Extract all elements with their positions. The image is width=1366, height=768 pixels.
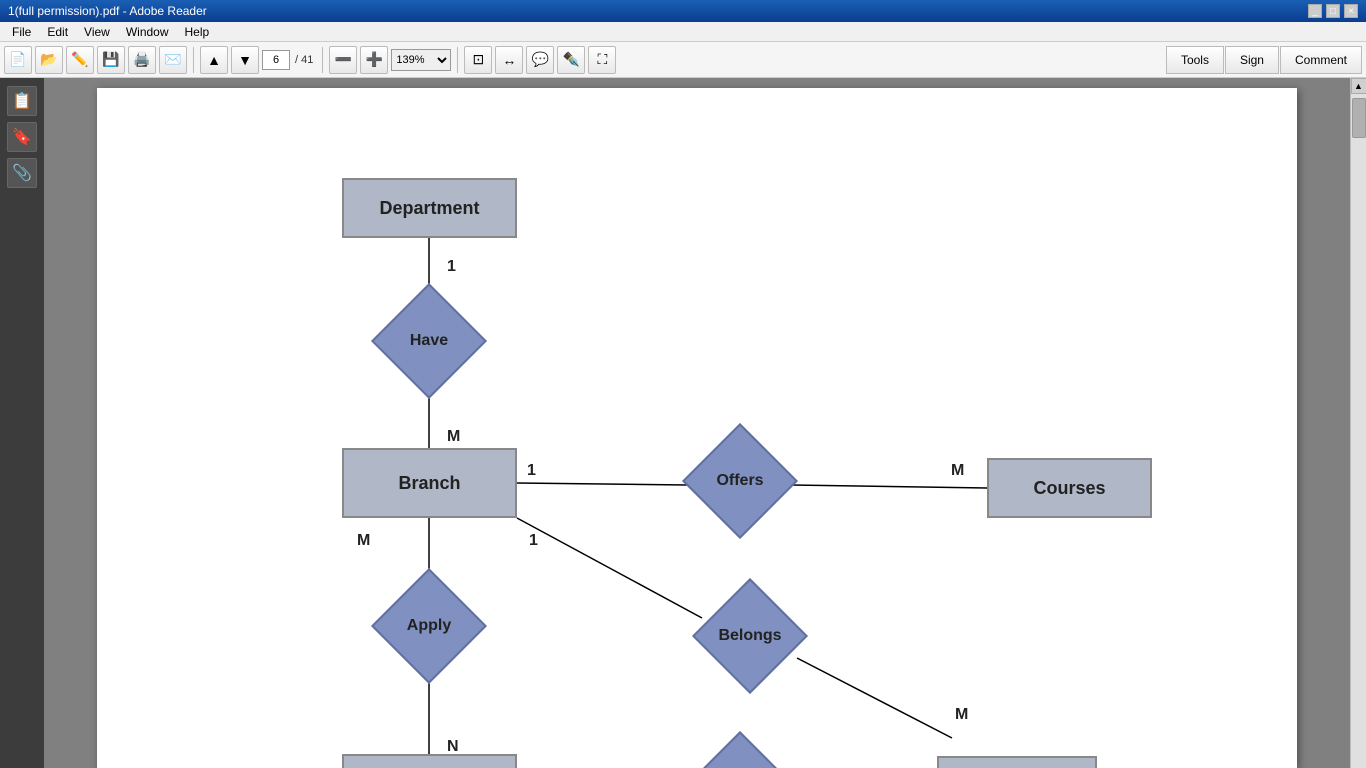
relationship-belongs: Belongs bbox=[695, 603, 805, 668]
entity-courses: Courses bbox=[987, 458, 1152, 518]
prev-page-button[interactable]: ▲ bbox=[200, 46, 228, 74]
close-button[interactable]: × bbox=[1344, 4, 1358, 18]
relationship-offers: Offers bbox=[685, 448, 795, 513]
sidebar-attach-button[interactable]: 📎 bbox=[7, 158, 37, 188]
page-input[interactable] bbox=[262, 50, 290, 70]
separator-1 bbox=[193, 47, 194, 73]
zoom-out-button[interactable]: ➖ bbox=[329, 46, 357, 74]
relationship-have-label: Have bbox=[410, 332, 448, 350]
entity-branch-label: Branch bbox=[398, 473, 460, 494]
fullscreen-button[interactable]: ⛶ bbox=[588, 46, 616, 74]
cardinality-branch-apply: M bbox=[357, 532, 370, 550]
scrollbar-right[interactable]: ▲ bbox=[1350, 78, 1366, 768]
toolbar-right: Tools Sign Comment bbox=[1166, 46, 1362, 74]
fit-width-button[interactable]: ↔ bbox=[495, 46, 523, 74]
relationship-apply-label: Apply bbox=[407, 617, 451, 635]
cardinality-belongs-student: M bbox=[955, 706, 968, 724]
menubar: File Edit View Window Help bbox=[0, 22, 1366, 42]
entity-applicant: Applicant bbox=[342, 754, 517, 768]
email-button[interactable]: ✉️ bbox=[159, 46, 187, 74]
cardinality-apply-applicant: N bbox=[447, 738, 459, 756]
comment-tool-button[interactable]: 💬 bbox=[526, 46, 554, 74]
pdf-page: Department Have Branch Offers Courses Ap… bbox=[97, 88, 1297, 768]
cardinality-branch-belongs: 1 bbox=[529, 532, 538, 550]
comment-button[interactable]: Comment bbox=[1280, 46, 1362, 74]
titlebar-controls[interactable]: _ □ × bbox=[1308, 4, 1358, 18]
open-button[interactable]: 📂 bbox=[35, 46, 63, 74]
zoom-select[interactable]: 139% 100% 75% 50% bbox=[391, 49, 451, 71]
content-area: Department Have Branch Offers Courses Ap… bbox=[44, 78, 1350, 768]
fit-page-button[interactable]: ⊡ bbox=[464, 46, 492, 74]
page-of-label: / 41 bbox=[292, 54, 316, 66]
menu-file[interactable]: File bbox=[4, 23, 39, 41]
separator-3 bbox=[457, 47, 458, 73]
menu-window[interactable]: Window bbox=[118, 23, 177, 41]
main-area: 📋 🔖 📎 bbox=[0, 78, 1366, 768]
edit-button[interactable]: ✏️ bbox=[66, 46, 94, 74]
relationship-belongs-label: Belongs bbox=[718, 627, 781, 645]
entity-student: Student bbox=[937, 756, 1097, 768]
scroll-thumb[interactable] bbox=[1352, 98, 1366, 138]
scroll-up-button[interactable]: ▲ bbox=[1351, 78, 1366, 94]
tools-button[interactable]: Tools bbox=[1166, 46, 1224, 74]
cardinality-have-branch: M bbox=[447, 428, 460, 446]
print-button[interactable]: 🖨️ bbox=[128, 46, 156, 74]
relationship-selected: Selected bbox=[685, 756, 795, 768]
sidebar-pages-button[interactable]: 📋 bbox=[7, 86, 37, 116]
relationship-offers-label: Offers bbox=[716, 472, 763, 490]
menu-view[interactable]: View bbox=[76, 23, 118, 41]
sidebar-bookmarks-button[interactable]: 🔖 bbox=[7, 122, 37, 152]
cardinality-branch-offers: 1 bbox=[527, 462, 536, 480]
page-nav: / 41 bbox=[262, 50, 316, 70]
next-page-button[interactable]: ▼ bbox=[231, 46, 259, 74]
cardinality-offers-courses: M bbox=[951, 462, 964, 480]
toolbar: 📄 📂 ✏️ 💾 🖨️ ✉️ ▲ ▼ / 41 ➖ ➕ 139% 100% 75… bbox=[0, 42, 1366, 78]
entity-courses-label: Courses bbox=[1033, 478, 1105, 499]
entity-branch: Branch bbox=[342, 448, 517, 518]
separator-2 bbox=[322, 47, 323, 73]
maximize-button[interactable]: □ bbox=[1326, 4, 1340, 18]
sign-button[interactable]: Sign bbox=[1225, 46, 1279, 74]
save-button[interactable]: 💾 bbox=[97, 46, 125, 74]
titlebar: 1(full permission).pdf - Adobe Reader _ … bbox=[0, 0, 1366, 22]
entity-department: Department bbox=[342, 178, 517, 238]
zoom-in-button[interactable]: ➕ bbox=[360, 46, 388, 74]
menu-edit[interactable]: Edit bbox=[39, 23, 76, 41]
minimize-button[interactable]: _ bbox=[1308, 4, 1322, 18]
menu-help[interactable]: Help bbox=[177, 23, 218, 41]
cardinality-dept-have: 1 bbox=[447, 258, 456, 276]
titlebar-title: 1(full permission).pdf - Adobe Reader bbox=[8, 4, 207, 18]
highlight-button[interactable]: ✒️ bbox=[557, 46, 585, 74]
relationship-have: Have bbox=[374, 308, 484, 373]
sidebar-left: 📋 🔖 📎 bbox=[0, 78, 44, 768]
entity-department-label: Department bbox=[379, 198, 479, 219]
new-button[interactable]: 📄 bbox=[4, 46, 32, 74]
relationship-apply: Apply bbox=[374, 593, 484, 658]
